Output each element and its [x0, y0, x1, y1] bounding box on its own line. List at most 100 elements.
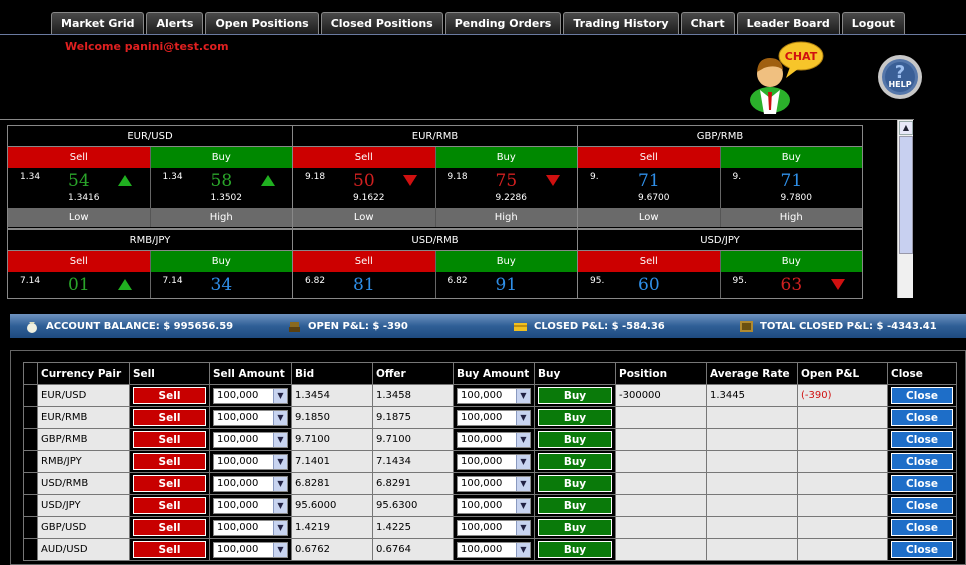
quote-prefix: 95.	[732, 276, 747, 286]
sell-header[interactable]: Sell	[8, 251, 151, 272]
close-button[interactable]: Close	[891, 431, 953, 448]
chevron-down-icon[interactable]: ▼	[516, 454, 530, 469]
sell-amount-select[interactable]: 100,000 ▼	[213, 387, 288, 404]
buy-amount-select[interactable]: 100,000 ▼	[457, 453, 531, 470]
chevron-down-icon[interactable]: ▼	[273, 498, 287, 513]
tab-logout[interactable]: Logout	[841, 12, 905, 34]
close-button[interactable]: Close	[891, 541, 953, 558]
sell-amount-select[interactable]: 100,000 ▼	[213, 409, 288, 426]
table-row: GBP/USD Sell 100,000 ▼ 1.4219 1.4225 100,…	[23, 516, 957, 539]
sell-button[interactable]: Sell	[133, 409, 206, 426]
sell-header[interactable]: Sell	[578, 251, 721, 272]
close-button[interactable]: Close	[891, 475, 953, 492]
sell-amount-select[interactable]: 100,000 ▼	[213, 541, 288, 558]
grid-scrollbar[interactable]: ▲	[897, 120, 913, 298]
chevron-down-icon[interactable]: ▼	[273, 388, 287, 403]
sell-button[interactable]: Sell	[133, 497, 206, 514]
buy-button[interactable]: Buy	[538, 431, 612, 448]
sell-quote[interactable]: 95. 60	[578, 272, 721, 298]
tab-closed-positions[interactable]: Closed Positions	[320, 12, 443, 34]
sell-quote[interactable]: 9. 71 9.6700	[578, 168, 721, 208]
scroll-up-button[interactable]: ▲	[899, 121, 913, 135]
sell-button[interactable]: Sell	[133, 431, 206, 448]
chevron-down-icon[interactable]: ▼	[516, 476, 530, 491]
buy-header[interactable]: Buy	[150, 251, 292, 272]
chevron-down-icon[interactable]: ▼	[273, 520, 287, 535]
buy-button[interactable]: Buy	[538, 497, 612, 514]
buy-button[interactable]: Buy	[538, 475, 612, 492]
chevron-down-icon[interactable]: ▼	[273, 410, 287, 425]
buy-quote[interactable]: 1.34 58 1.3502	[151, 168, 293, 208]
chevron-down-icon[interactable]: ▼	[516, 498, 530, 513]
tab-open-positions[interactable]: Open Positions	[205, 12, 319, 34]
sell-amount-select[interactable]: 100,000 ▼	[213, 519, 288, 536]
buy-button[interactable]: Buy	[538, 387, 612, 404]
tab-alerts[interactable]: Alerts	[146, 12, 204, 34]
sell-button[interactable]: Sell	[133, 519, 206, 536]
close-button[interactable]: Close	[891, 497, 953, 514]
buy-quote[interactable]: 9.18 75 9.2286	[436, 168, 578, 208]
chat-icon[interactable]: CHAT	[746, 40, 826, 114]
chevron-down-icon[interactable]: ▼	[273, 542, 287, 557]
scroll-thumb[interactable]	[899, 136, 913, 254]
chevron-down-icon[interactable]: ▼	[273, 454, 287, 469]
close-button[interactable]: Close	[891, 409, 953, 426]
buy-amount-select[interactable]: 100,000 ▼	[457, 409, 531, 426]
buy-button[interactable]: Buy	[538, 453, 612, 470]
close-button[interactable]: Close	[891, 453, 953, 470]
buy-quote[interactable]: 95. 63	[721, 272, 863, 298]
sell-header[interactable]: Sell	[578, 147, 721, 168]
buy-header[interactable]: Buy	[720, 251, 862, 272]
sell-amount-select[interactable]: 100,000 ▼	[213, 497, 288, 514]
chevron-down-icon[interactable]: ▼	[516, 432, 530, 447]
buy-quote[interactable]: 6.82 91	[436, 272, 578, 298]
close-button[interactable]: Close	[891, 387, 953, 404]
tab-pending-orders[interactable]: Pending Orders	[444, 12, 562, 34]
sell-button[interactable]: Sell	[133, 475, 206, 492]
close-button[interactable]: Close	[891, 519, 953, 536]
sell-quote[interactable]: 7.14 01	[8, 272, 151, 298]
chevron-down-icon[interactable]: ▼	[273, 476, 287, 491]
sell-button[interactable]: Sell	[133, 453, 206, 470]
chevron-down-icon[interactable]: ▼	[516, 410, 530, 425]
sell-quote[interactable]: 1.34 54 1.3416	[8, 168, 151, 208]
tab-chart[interactable]: Chart	[680, 12, 735, 34]
buy-header[interactable]: Buy	[150, 147, 292, 168]
buy-quote[interactable]: 7.14 34	[151, 272, 293, 298]
open-pl-cell: (-390)	[797, 384, 888, 407]
sell-amount-select[interactable]: 100,000 ▼	[213, 453, 288, 470]
sell-amount-select[interactable]: 100,000 ▼	[213, 431, 288, 448]
buy-button[interactable]: Buy	[538, 541, 612, 558]
chevron-down-icon[interactable]: ▼	[273, 432, 287, 447]
tab-trading-history[interactable]: Trading History	[563, 12, 679, 34]
buy-header[interactable]: Buy	[435, 251, 577, 272]
buy-amount-select[interactable]: 100,000 ▼	[457, 497, 531, 514]
buy-amount-select[interactable]: 100,000 ▼	[457, 519, 531, 536]
buy-amount-select[interactable]: 100,000 ▼	[457, 475, 531, 492]
buy-button[interactable]: Buy	[538, 409, 612, 426]
chevron-down-icon[interactable]: ▼	[516, 520, 530, 535]
sell-button[interactable]: Sell	[133, 387, 206, 404]
buy-header[interactable]: Buy	[720, 147, 862, 168]
tab-leader-board[interactable]: Leader Board	[736, 12, 840, 34]
sell-header[interactable]: Sell	[293, 251, 436, 272]
buy-button[interactable]: Buy	[538, 519, 612, 536]
sell-header[interactable]: Sell	[8, 147, 151, 168]
sell-amount-select[interactable]: 100,000 ▼	[213, 475, 288, 492]
tab-market-grid[interactable]: Market Grid	[51, 12, 145, 34]
header-offer: Offer	[372, 362, 454, 385]
sell-quote[interactable]: 6.82 81	[293, 272, 436, 298]
buy-amount-select[interactable]: 100,000 ▼	[457, 431, 531, 448]
sell-button[interactable]: Sell	[133, 541, 206, 558]
sell-header[interactable]: Sell	[293, 147, 436, 168]
buy-header[interactable]: Buy	[435, 147, 577, 168]
buy-amount-select[interactable]: 100,000 ▼	[457, 387, 531, 404]
bid-cell: 9.7100	[291, 428, 373, 451]
chevron-down-icon[interactable]: ▼	[516, 388, 530, 403]
buy-amount-select[interactable]: 100,000 ▼	[457, 541, 531, 558]
chevron-down-icon[interactable]: ▼	[516, 542, 530, 557]
help-icon[interactable]: ? HELP	[877, 54, 923, 100]
buy-quote[interactable]: 9. 71 9.7800	[721, 168, 863, 208]
sell-buy-header: Sell Buy	[578, 147, 862, 168]
sell-quote[interactable]: 9.18 50 9.1622	[293, 168, 436, 208]
